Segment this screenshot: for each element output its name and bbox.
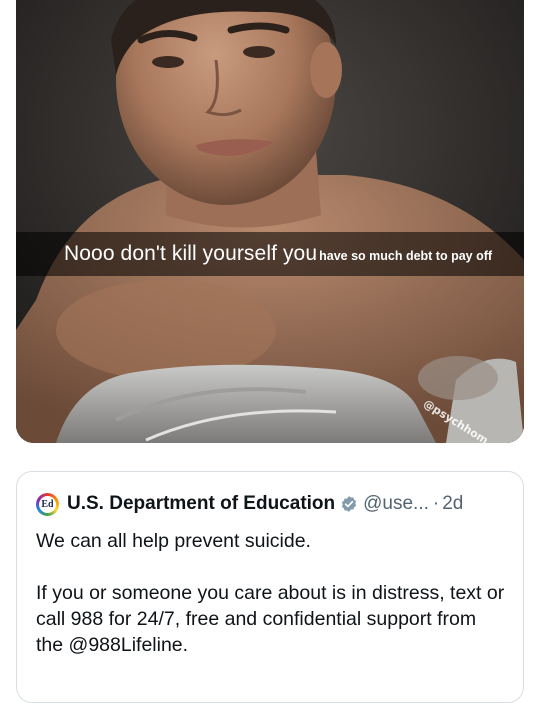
tweet-paragraph-2: If you or someone you care about is in d…	[36, 582, 505, 656]
author-display-name[interactable]: U.S. Department of Education	[67, 493, 335, 515]
snapchat-caption-bar: Nooo don't kill yourself you have so muc…	[16, 232, 524, 276]
selfie-photo	[16, 0, 524, 443]
quoted-tweet-header: Ed U.S. Department of Education @use... …	[36, 492, 463, 516]
post-media-image[interactable]: Nooo don't kill yourself you have so muc…	[16, 0, 524, 443]
separator-dot: ·	[432, 493, 440, 514]
quoted-tweet-text: We can all help prevent suicide. If you …	[36, 528, 506, 658]
caption-overlay-text: have so much debt to pay off	[319, 248, 493, 263]
quoted-tweet-card[interactable]: Ed U.S. Department of Education @use... …	[16, 471, 524, 703]
avatar-logo-text: Ed	[41, 498, 54, 510]
caption-main-text: Nooo don't kill yourself you	[64, 242, 318, 265]
avatar[interactable]: Ed	[36, 492, 59, 516]
verified-badge-icon	[342, 496, 357, 512]
author-handle[interactable]: @use...	[363, 493, 429, 515]
post-timestamp[interactable]: 2d	[442, 493, 463, 515]
tweet-paragraph-1: We can all help prevent suicide.	[36, 530, 311, 552]
